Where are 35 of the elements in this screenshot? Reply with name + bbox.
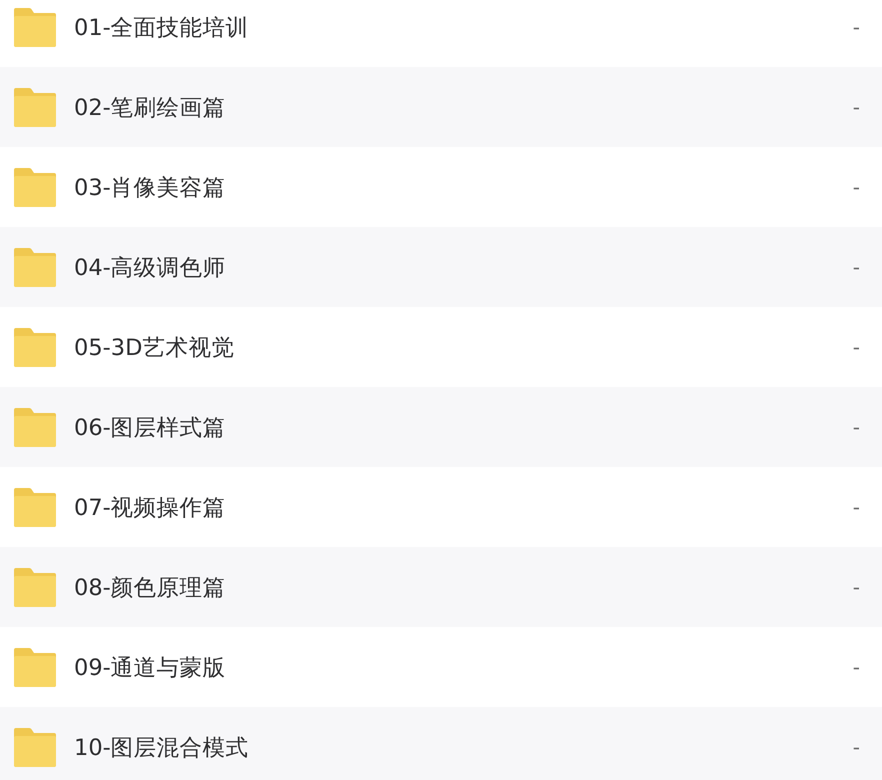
folder-row[interactable]: 04-高级调色师 -: [0, 227, 882, 307]
folder-row[interactable]: 06-图层样式篇 -: [0, 387, 882, 467]
size-value: -: [852, 495, 860, 519]
folder-icon: [14, 728, 56, 766]
folder-icon: [14, 328, 56, 366]
folder-name: 05-3D艺术视觉: [74, 334, 236, 362]
folder-icon: [14, 88, 56, 126]
size-value: -: [852, 655, 860, 679]
folder-row[interactable]: 08-颜色原理篇 -: [0, 547, 882, 627]
folder-name: 02-笔刷绘画篇: [74, 94, 227, 122]
size-value: -: [852, 575, 860, 599]
folder-name: 09-通道与蒙版: [74, 654, 227, 682]
folder-name: 03-肖像美容篇: [74, 174, 227, 202]
folder-name: 04-高级调色师: [74, 254, 227, 282]
folder-name: 10-图层混合模式: [74, 734, 250, 762]
folder-row[interactable]: 10-图层混合模式 -: [0, 707, 882, 780]
size-value: -: [852, 255, 860, 279]
folder-icon: [14, 8, 56, 46]
size-value: -: [852, 415, 860, 439]
size-value: -: [852, 15, 860, 39]
size-value: -: [852, 735, 860, 759]
size-value: -: [852, 335, 860, 359]
size-value: -: [852, 175, 860, 199]
folder-icon: [14, 568, 56, 606]
folder-icon: [14, 248, 56, 286]
folder-icon: [14, 648, 56, 686]
folder-name: 08-颜色原理篇: [74, 574, 227, 602]
folder-icon: [14, 168, 56, 206]
size-value: -: [852, 95, 860, 119]
folder-icon: [14, 488, 56, 526]
folder-row[interactable]: 02-笔刷绘画篇 -: [0, 67, 882, 147]
folder-icon: [14, 408, 56, 446]
folder-name: 07-视频操作篇: [74, 494, 227, 522]
folder-name: 06-图层样式篇: [74, 414, 227, 442]
folder-name: 01-全面技能培训: [74, 14, 250, 42]
